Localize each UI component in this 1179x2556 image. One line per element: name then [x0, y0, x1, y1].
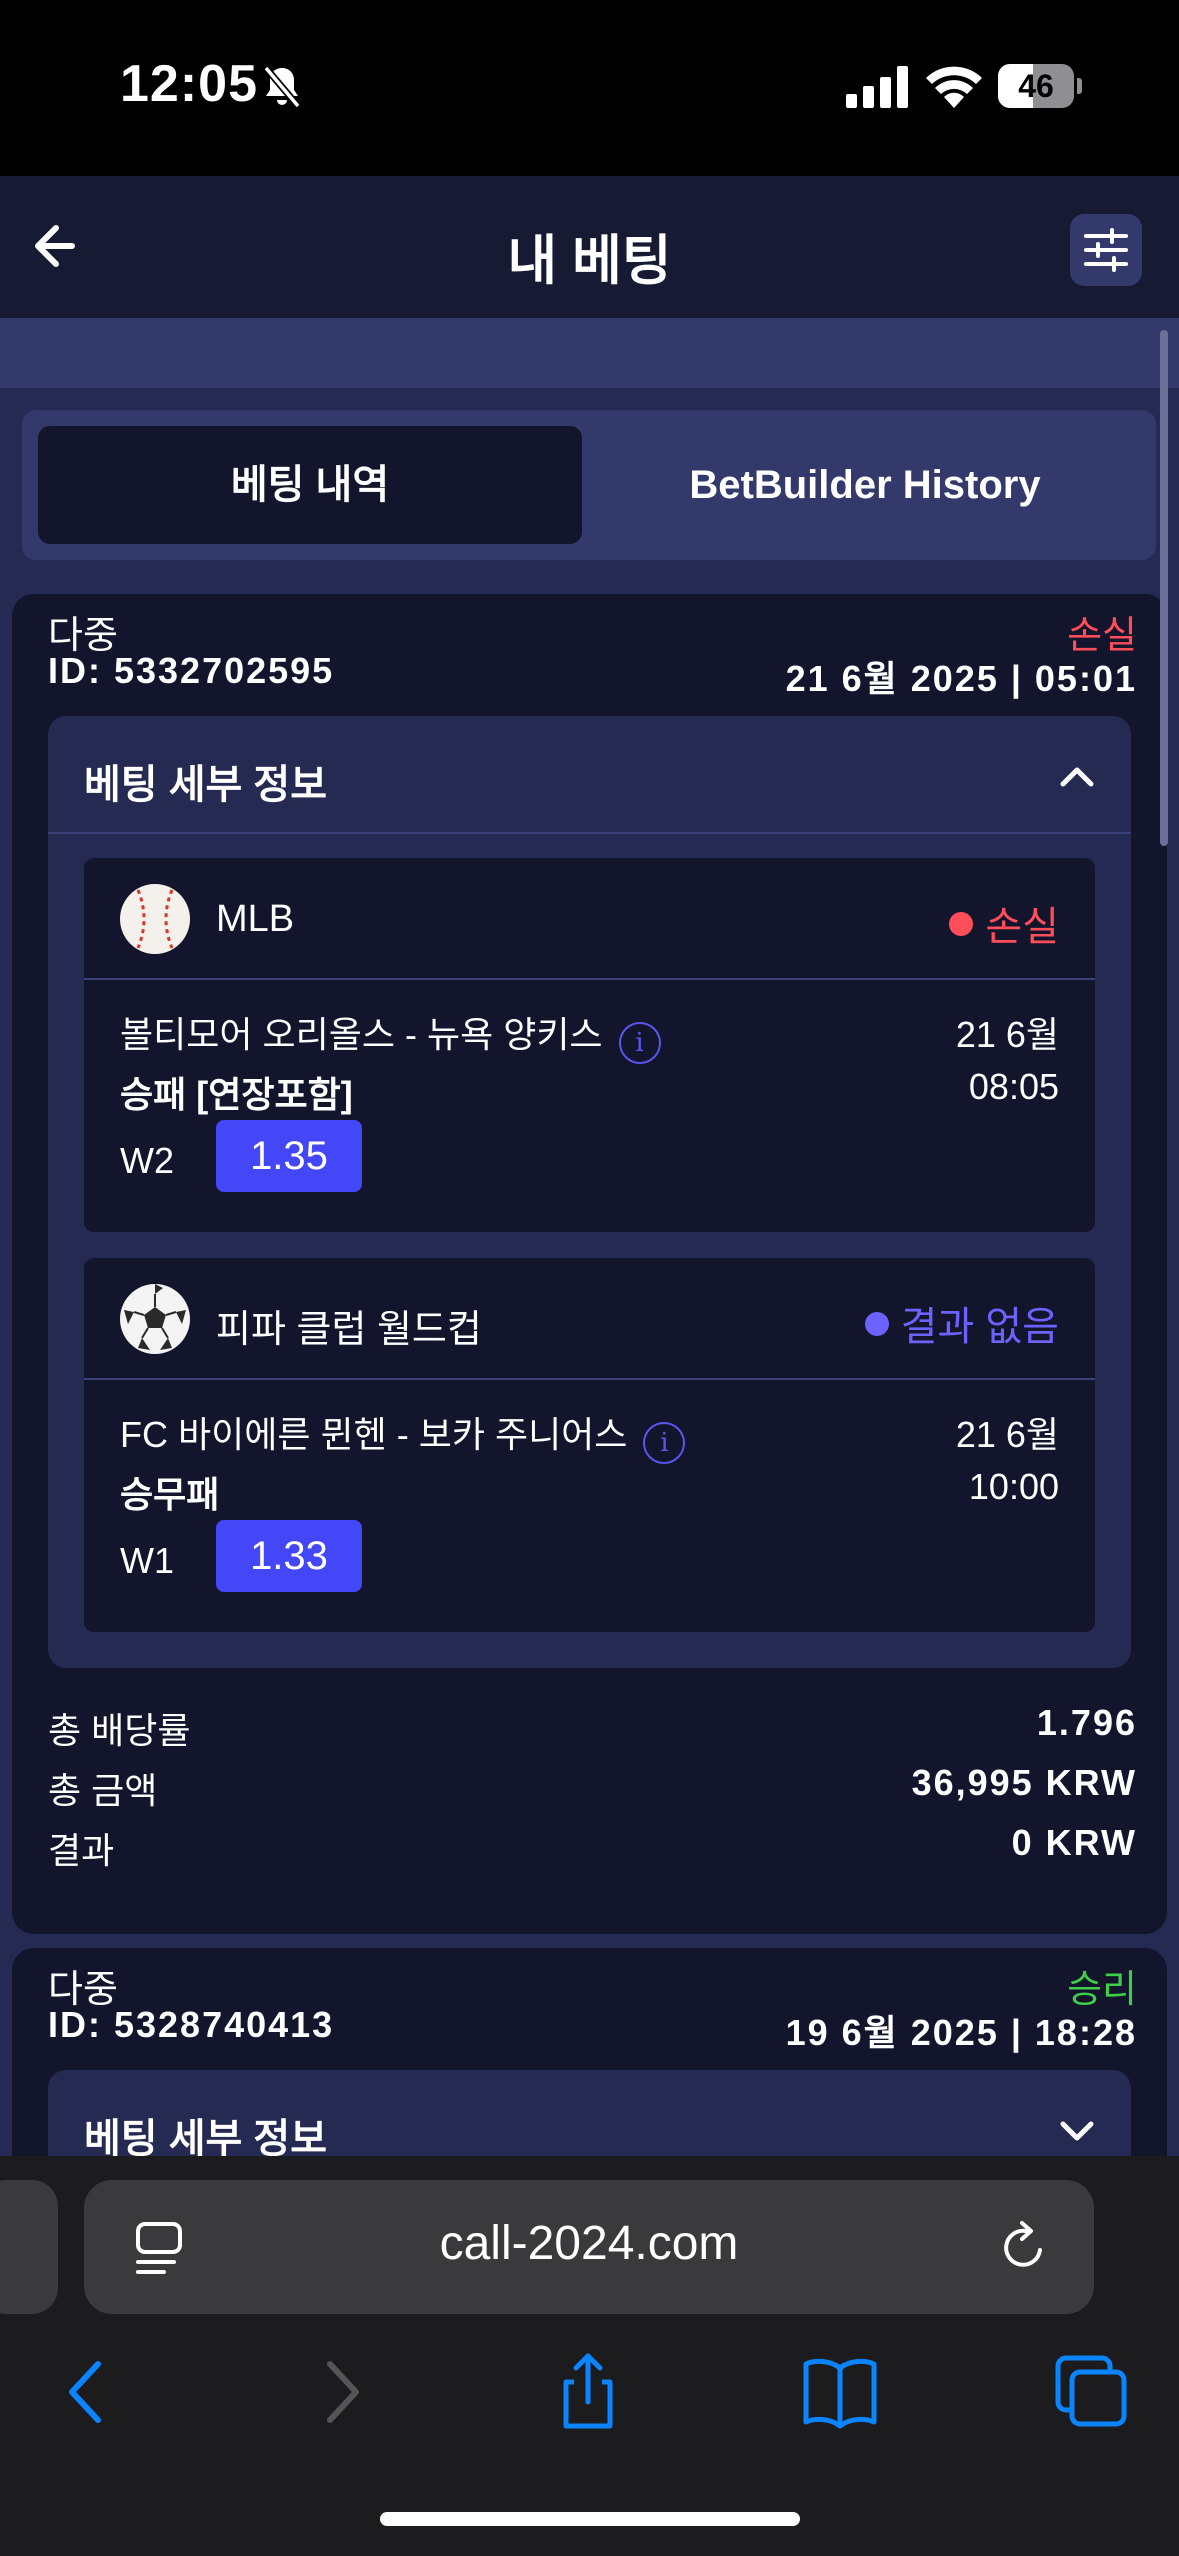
event-status-label: 결과 없음: [900, 1305, 1059, 1349]
reload-icon[interactable]: [996, 2220, 1052, 2276]
total-odds-label: 총 배당률: [48, 1710, 191, 1751]
tabs-icon[interactable]: [1050, 2352, 1130, 2432]
match-name: FC 바이에른 뮌헨 - 보카 주니어스: [120, 1414, 628, 1455]
event-match: 볼티모어 오리올스 - 뉴욕 양키스 i: [120, 1006, 661, 1064]
home-indicator[interactable]: [380, 2512, 800, 2526]
bet-details-toggle[interactable]: 베팅 세부 정보: [48, 2070, 1131, 2156]
chevron-up-icon: [1060, 767, 1094, 787]
event-pick: W2: [120, 1140, 174, 1181]
event-status: 결과 없음: [864, 1294, 1059, 1352]
info-icon[interactable]: i: [643, 1422, 686, 1464]
bet-id: ID: 5328740413: [48, 2004, 335, 2045]
tab-bar: 베팅 내역 BetBuilder History: [22, 410, 1156, 560]
bet-date: 21 6월 2025 | 05:01: [785, 658, 1137, 699]
event-time: 10:00: [968, 1466, 1059, 1507]
total-amount-value: 36,995 KRW: [911, 1762, 1137, 1803]
wifi-icon: [926, 66, 982, 108]
bell-muted-icon: [263, 65, 301, 109]
status-bar: 12:05 46: [0, 0, 1179, 176]
bet-date: 19 6월 2025 | 18:28: [785, 2012, 1137, 2053]
bet-details-toggle[interactable]: 베팅 세부 정보: [48, 716, 1131, 834]
odds-badge: 1.35: [216, 1120, 362, 1192]
bets-content[interactable]: 베팅 내역 BetBuilder History 다중 손실 ID: 53327…: [0, 388, 1179, 2156]
event-market: 승패 [연장포함]: [120, 1074, 353, 1115]
chevron-down-icon: [1060, 2121, 1094, 2141]
info-icon[interactable]: i: [618, 1022, 661, 1064]
forward-nav-icon[interactable]: [300, 2352, 380, 2432]
bookmarks-icon[interactable]: [800, 2352, 880, 2432]
match-name: 볼티모어 오리올스 - 뉴욕 양키스: [120, 1014, 603, 1055]
bet-event: 피파 클럽 월드컵 결과 없음 FC 바이에른 뮌헨 - 보카 주니어스 i 21…: [84, 1258, 1095, 1632]
bet-card: 다중 손실 ID: 5332702595 21 6월 2025 | 05:01 …: [12, 594, 1167, 1934]
result-value: 0 KRW: [1011, 1822, 1137, 1863]
tab-bet-history[interactable]: 베팅 내역: [38, 426, 582, 544]
event-date: 21 6월: [955, 1014, 1059, 1055]
event-league: 피파 클럽 월드컵: [216, 1309, 482, 1351]
cellular-signal-icon: [846, 66, 908, 108]
page-title: 내 베팅: [507, 231, 672, 291]
back-nav-icon[interactable]: [48, 2352, 128, 2432]
bet-details-panel: 베팅 세부 정보 MLB 손실 볼티모어 오리올스 - 뉴욕 양키스 i 21 …: [48, 716, 1131, 1668]
status-dot: [949, 912, 974, 936]
status-dot: [864, 1312, 889, 1336]
scrollbar[interactable]: [1160, 330, 1168, 846]
baseball-icon: [120, 884, 190, 954]
header-band: [0, 318, 1179, 388]
battery-indicator: 46: [998, 64, 1082, 108]
bet-card: 다중 승리 ID: 5328740413 19 6월 2025 | 18:28 …: [12, 1948, 1167, 2156]
share-icon[interactable]: [548, 2352, 628, 2432]
event-league: MLB: [216, 898, 295, 940]
event-pick: W1: [120, 1540, 174, 1581]
browser-toolbar: call-2024.com: [0, 2156, 1179, 2556]
event-status-label: 손실: [985, 905, 1059, 949]
bet-details-title: 베팅 세부 정보: [84, 2117, 328, 2156]
total-odds-value: 1.796: [1036, 1702, 1137, 1743]
event-market: 승무패: [120, 1474, 220, 1515]
event-date: 21 6월: [955, 1414, 1059, 1455]
battery-level: 46: [1018, 68, 1054, 104]
app-header: 내 베팅: [0, 176, 1179, 318]
result-label: 결과: [48, 1830, 115, 1871]
filter-button[interactable]: [1070, 214, 1142, 286]
bet-event: MLB 손실 볼티모어 오리올스 - 뉴욕 양키스 i 21 6월 승패 [연장포…: [84, 858, 1095, 1232]
address-bar[interactable]: call-2024.com: [84, 2180, 1094, 2314]
sliders-icon: [1084, 228, 1128, 272]
event-status: 손실: [949, 894, 1059, 952]
event-time: 08:05: [968, 1066, 1059, 1107]
url-text: call-2024.com: [439, 2217, 739, 2270]
tab-betbuilder-history[interactable]: BetBuilder History: [588, 426, 1142, 544]
odds-badge: 1.33: [216, 1520, 362, 1592]
event-match: FC 바이에른 뮌헨 - 보카 주니어스 i: [120, 1406, 686, 1464]
status-time: 12:05: [120, 55, 258, 113]
bet-details-panel: 베팅 세부 정보: [48, 2070, 1131, 2156]
total-amount-label: 총 금액: [48, 1770, 158, 1811]
bet-id: ID: 5332702595: [48, 650, 335, 691]
soccer-ball-icon: [120, 1284, 190, 1354]
bet-details-title: 베팅 세부 정보: [84, 763, 328, 807]
previous-tab-preview[interactable]: [0, 2180, 58, 2314]
